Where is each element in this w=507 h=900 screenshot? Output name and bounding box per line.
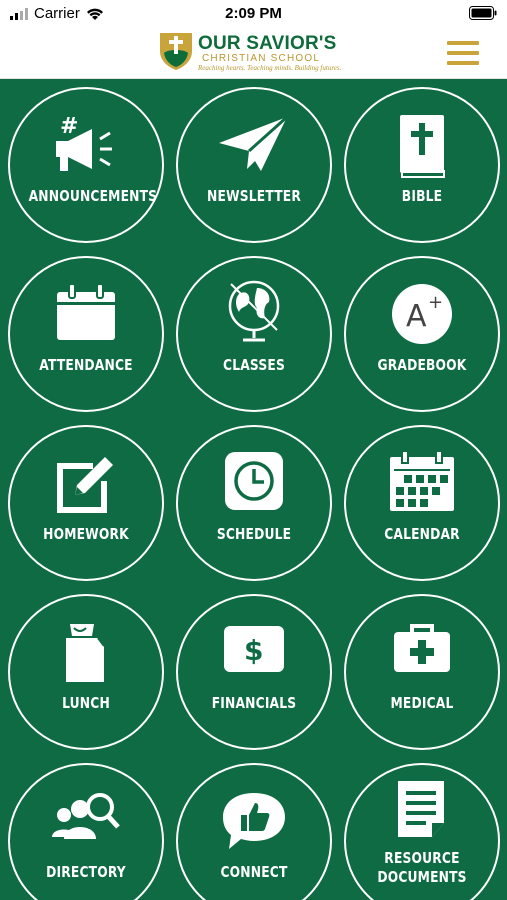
app-header: OUR SAVIOR'S CHRISTIAN SCHOOL Reaching h… — [0, 28, 507, 79]
clock-icon — [225, 452, 283, 510]
tile-label: GRADEBOOK — [377, 356, 467, 374]
tile-label: FINANCIALS — [211, 694, 297, 712]
edit-icon — [57, 457, 113, 513]
bible-icon — [400, 115, 445, 178]
tile-label: CLASSES — [223, 356, 285, 374]
battery-icon — [469, 6, 497, 25]
paper-plane-icon — [219, 115, 289, 171]
menu-button[interactable] — [447, 41, 479, 65]
school-logo[interactable]: OUR SAVIOR'S CHRISTIAN SCHOOL Reaching h… — [158, 31, 348, 73]
tile-label: CONNECT — [220, 863, 288, 881]
tile-bible[interactable]: BIBLE — [344, 87, 500, 243]
tile-newsletter[interactable]: NEWSLETTER — [176, 87, 332, 243]
tile-calendar[interactable]: CALENDAR — [344, 425, 500, 581]
tile-label: ANNOUNCEMENTS — [28, 187, 158, 205]
status-bar: Carrier 2:09 PM — [0, 0, 507, 28]
tile-classes[interactable]: CLASSES — [176, 256, 332, 412]
tile-attendance[interactable]: ATTENDANCE — [8, 256, 164, 412]
tile-directory[interactable]: DIRECTORY — [8, 763, 164, 900]
tile-label: ATTENDANCE — [39, 356, 133, 374]
svg-text:#: # — [60, 114, 78, 139]
svg-text:A: A — [406, 299, 427, 334]
dollar-icon: $ — [224, 626, 284, 672]
tile-announcements[interactable]: # ANNOUNCEMENTS — [8, 87, 164, 243]
svg-text:+: + — [428, 292, 443, 313]
tile-gradebook[interactable]: A + GRADEBOOK — [344, 256, 500, 412]
people-search-icon — [52, 793, 120, 839]
calendar-grid-icon — [390, 451, 454, 511]
tile-label: CALENDAR — [384, 525, 460, 543]
menu-line — [447, 61, 479, 65]
tile-label: BIBLE — [401, 187, 443, 205]
tile-homework[interactable]: HOMEWORK — [8, 425, 164, 581]
lunch-bag-icon — [66, 624, 105, 682]
tile-lunch[interactable]: LUNCH — [8, 594, 164, 750]
menu-line — [447, 41, 479, 45]
feature-grid: # ANNOUNCEMENTS NEWSLETTER BIBLE ATTENDA… — [0, 79, 507, 900]
tile-label: SCHEDULE — [216, 525, 292, 543]
thumbs-up-bubble-icon — [223, 793, 285, 849]
tile-label: LUNCH — [62, 694, 110, 712]
tile-financials[interactable]: $ FINANCIALS — [176, 594, 332, 750]
medical-kit-icon — [394, 624, 450, 672]
tile-label: RESOURCE DOCUMENTS — [377, 849, 467, 886]
grade-a-plus-icon: A + — [392, 284, 452, 344]
megaphone-icon: # — [56, 114, 112, 171]
menu-line — [447, 51, 479, 55]
document-icon — [398, 781, 444, 837]
tile-label: HOMEWORK — [43, 525, 129, 543]
svg-text:$: $ — [244, 634, 263, 667]
tile-label: MEDICAL — [390, 694, 454, 712]
globe-icon — [228, 280, 280, 342]
tile-connect[interactable]: CONNECT — [176, 763, 332, 900]
logo-tagline: Reaching hearts. Teaching minds. Buildin… — [198, 64, 342, 72]
tile-resource-documents[interactable]: RESOURCE DOCUMENTS — [344, 763, 500, 900]
status-time: 2:09 PM — [225, 5, 282, 22]
tile-schedule[interactable]: SCHEDULE — [176, 425, 332, 581]
tile-label: NEWSLETTER — [207, 187, 301, 205]
tile-label: DIRECTORY — [46, 863, 126, 881]
shield-cross-icon — [160, 33, 192, 70]
calendar-page-icon — [57, 283, 115, 340]
logo-title: OUR SAVIOR'S — [198, 33, 337, 54]
tile-medical[interactable]: MEDICAL — [344, 594, 500, 750]
logo-subtitle: CHRISTIAN SCHOOL — [202, 53, 321, 64]
